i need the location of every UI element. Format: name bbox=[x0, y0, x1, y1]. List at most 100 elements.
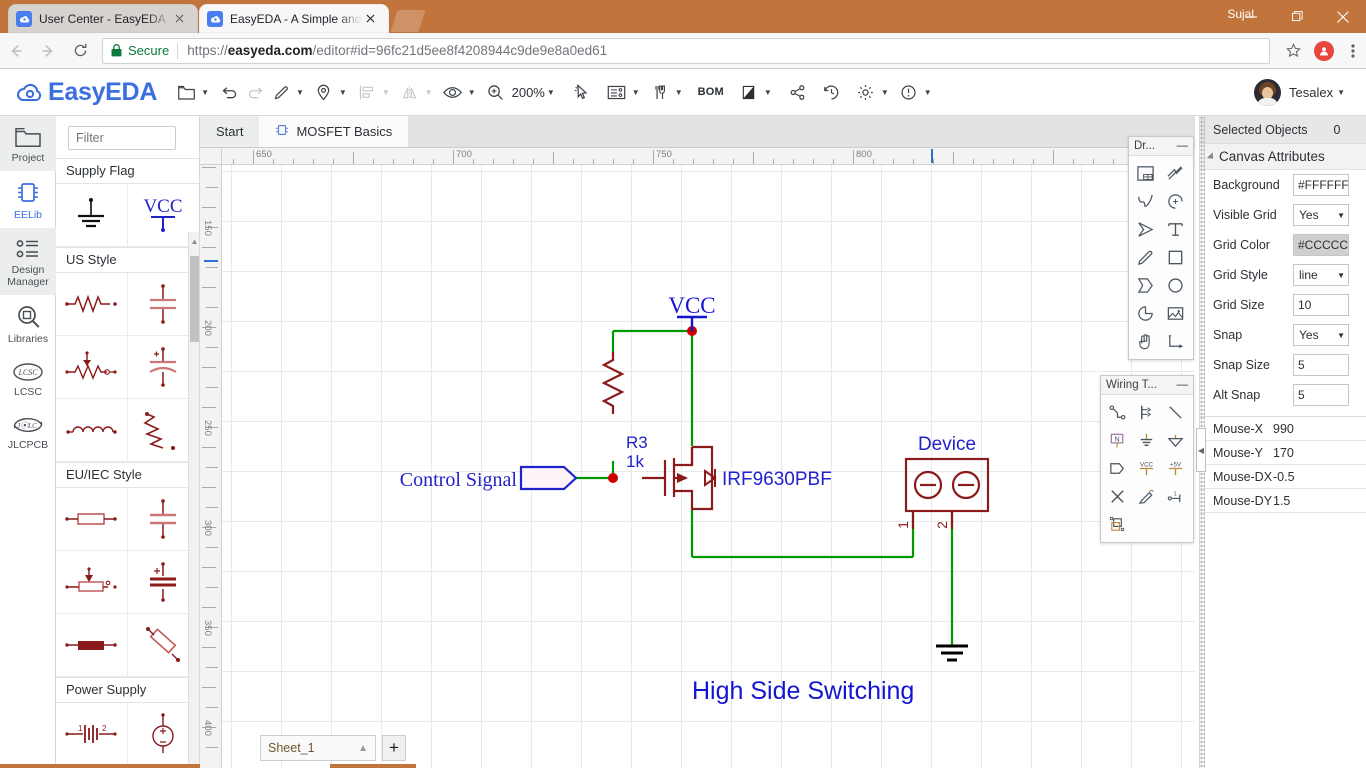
kebab-menu-icon[interactable] bbox=[1340, 43, 1366, 59]
plus5v-flag-icon[interactable]: +5V bbox=[1162, 454, 1190, 482]
symbol-resistor-us[interactable] bbox=[56, 273, 128, 336]
filter-input[interactable] bbox=[68, 126, 176, 150]
location-pin-icon[interactable] bbox=[311, 77, 337, 107]
user-caret-icon[interactable]: ▼ bbox=[1337, 88, 1345, 97]
minimize-icon[interactable]: — bbox=[1177, 379, 1189, 391]
symbol-inductor[interactable] bbox=[56, 399, 128, 462]
arrow-icon[interactable] bbox=[1131, 215, 1159, 243]
undo-icon[interactable] bbox=[216, 77, 242, 107]
tab-mosfet-basics[interactable]: MOSFET Basics bbox=[259, 116, 408, 147]
polyline-icon[interactable] bbox=[1161, 159, 1189, 187]
address-bar[interactable]: Secure https://easyeda.com/editor#id=96f… bbox=[102, 38, 1270, 64]
pencil-caret-icon[interactable]: ▼ bbox=[296, 88, 304, 97]
profile-avatar-icon[interactable] bbox=[1314, 41, 1334, 61]
eye-icon[interactable] bbox=[440, 77, 466, 107]
rail-item-lcsc[interactable]: LCSC LCSC bbox=[0, 352, 56, 405]
rail-item-libraries[interactable]: Libraries bbox=[0, 295, 56, 352]
pencil-icon[interactable] bbox=[1131, 243, 1159, 271]
symbol-resistor-eu[interactable] bbox=[56, 488, 128, 551]
no-connect-icon[interactable] bbox=[1103, 482, 1131, 510]
drawing-tools-palette[interactable]: Dr... — bbox=[1128, 136, 1194, 360]
window-close-button[interactable] bbox=[1320, 0, 1366, 33]
symbol-potentiometer-eu[interactable] bbox=[56, 551, 128, 614]
tools-caret-icon[interactable]: ▼ bbox=[675, 88, 683, 97]
scroll-up-icon[interactable]: ▲ bbox=[189, 234, 200, 248]
wire-icon[interactable] bbox=[1103, 398, 1131, 426]
polygon-icon[interactable] bbox=[1131, 271, 1159, 299]
pie-icon[interactable] bbox=[1131, 299, 1159, 327]
pin-icon[interactable]: 1 bbox=[1162, 482, 1190, 510]
snap-size-input[interactable]: 5 bbox=[1293, 354, 1349, 376]
add-sheet-button[interactable]: + bbox=[382, 735, 406, 761]
grid-color-input[interactable]: #CCCCCC bbox=[1293, 234, 1349, 256]
pin-caret-icon[interactable]: ▼ bbox=[339, 88, 347, 97]
new-tab-button[interactable] bbox=[390, 10, 425, 32]
rail-item-design-manager[interactable]: Design Manager bbox=[0, 228, 56, 295]
zoom-caret-icon[interactable]: ▼ bbox=[547, 88, 555, 97]
theme-caret-icon[interactable]: ▼ bbox=[764, 88, 772, 97]
netflag-icon[interactable] bbox=[1103, 454, 1131, 482]
tab-close-icon[interactable] bbox=[362, 11, 378, 27]
star-icon[interactable] bbox=[1278, 43, 1308, 58]
forward-arrow-icon[interactable] bbox=[32, 33, 64, 69]
zoom-in-icon[interactable] bbox=[483, 77, 509, 107]
window-maximize-button[interactable] bbox=[1274, 0, 1320, 33]
browser-tab-2[interactable]: EasyEDA - A Simple and bbox=[199, 4, 389, 33]
text-icon[interactable] bbox=[1161, 215, 1189, 243]
rectangle-icon[interactable] bbox=[1161, 243, 1189, 271]
pencil-icon[interactable] bbox=[268, 77, 294, 107]
minimize-icon[interactable]: — bbox=[1177, 140, 1189, 152]
eye-caret-icon[interactable]: ▼ bbox=[468, 88, 476, 97]
settings-caret-icon[interactable]: ▼ bbox=[881, 88, 889, 97]
netlabel-icon[interactable]: N bbox=[1103, 426, 1131, 454]
help-caret-icon[interactable]: ▼ bbox=[924, 88, 932, 97]
tools-icon[interactable] bbox=[647, 77, 673, 107]
palette-header[interactable]: Wiring T... — bbox=[1101, 376, 1193, 395]
history-clock-icon[interactable] bbox=[819, 77, 845, 107]
help-circle-icon[interactable] bbox=[896, 77, 922, 107]
panel-collapse-handle[interactable]: ◀ bbox=[1196, 428, 1206, 472]
window-minimize-button[interactable] bbox=[1228, 0, 1274, 33]
back-arrow-icon[interactable] bbox=[0, 33, 32, 69]
symbol-gnd[interactable] bbox=[56, 184, 128, 247]
contrast-icon[interactable] bbox=[736, 77, 762, 107]
wiring-tools-palette[interactable]: Wiring T... — N VCC +5V 1 bbox=[1100, 375, 1194, 543]
tab-close-icon[interactable] bbox=[171, 11, 187, 27]
reload-icon[interactable] bbox=[64, 33, 96, 69]
rect-panel-icon[interactable] bbox=[1131, 159, 1159, 187]
share-icon[interactable] bbox=[785, 77, 811, 107]
probe-icon[interactable] bbox=[1132, 482, 1160, 510]
canvas-attributes-header[interactable]: Canvas Attributes bbox=[1200, 144, 1366, 170]
subpart-icon[interactable] bbox=[1103, 510, 1131, 538]
rail-item-project[interactable]: Project bbox=[0, 116, 56, 171]
rail-item-eelib[interactable]: EELib bbox=[0, 171, 56, 228]
line-icon[interactable] bbox=[1162, 398, 1190, 426]
schematic-canvas[interactable]: VCC R3 1k Control Signal bbox=[222, 165, 1195, 768]
bezier-icon[interactable] bbox=[1131, 187, 1159, 215]
image-icon[interactable] bbox=[1161, 299, 1189, 327]
rail-item-jlcpcb[interactable]: J⦿LC JLCPCB bbox=[0, 405, 56, 458]
user-account-area[interactable]: Tesalex ▼ bbox=[1254, 79, 1352, 106]
alt-snap-input[interactable]: 5 bbox=[1293, 384, 1349, 406]
background-color-input[interactable]: #FFFFFF bbox=[1293, 174, 1349, 196]
bom-button[interactable]: BOM bbox=[696, 77, 726, 107]
snap-select[interactable]: Yes ▼ bbox=[1293, 324, 1349, 346]
grid-size-input[interactable]: 10 bbox=[1293, 294, 1349, 316]
gear-icon[interactable] bbox=[853, 77, 879, 107]
scrollbar-thumb[interactable] bbox=[190, 256, 199, 342]
circle-icon[interactable] bbox=[1161, 271, 1189, 299]
cursor-select-icon[interactable] bbox=[570, 77, 596, 107]
chevron-up-icon[interactable]: ▲ bbox=[358, 743, 368, 754]
folder-caret-icon[interactable]: ▼ bbox=[201, 88, 209, 97]
symbol-battery[interactable]: 12 bbox=[56, 703, 128, 766]
palette-header[interactable]: Dr... — bbox=[1129, 137, 1193, 156]
gnd-triangle-icon[interactable] bbox=[1162, 426, 1190, 454]
bus-icon[interactable] bbox=[1132, 398, 1160, 426]
gnd-icon[interactable] bbox=[1132, 426, 1160, 454]
arc-icon[interactable] bbox=[1161, 187, 1189, 215]
bus-entry-icon[interactable] bbox=[1161, 327, 1189, 355]
design-rules-caret-icon[interactable]: ▼ bbox=[632, 88, 640, 97]
browser-tab-1[interactable]: User Center - EasyEDA bbox=[8, 4, 198, 33]
easyeda-logo[interactable]: EasyEDA bbox=[14, 78, 157, 107]
hand-icon[interactable] bbox=[1131, 327, 1159, 355]
